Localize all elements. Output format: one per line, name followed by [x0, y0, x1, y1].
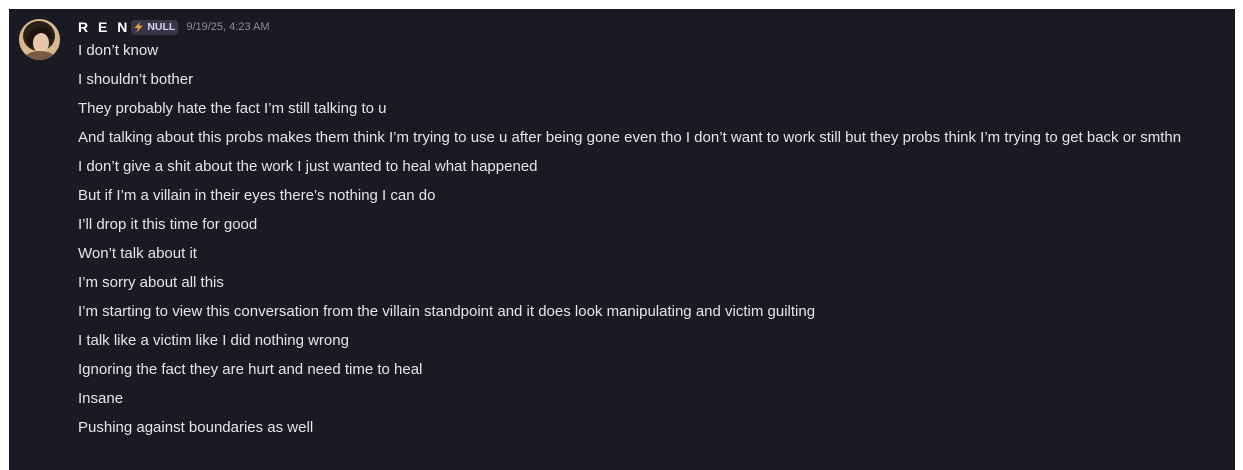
message-line: I shouldn’t bother — [78, 71, 194, 88]
username[interactable]: R E N — [78, 19, 130, 35]
message-line: I’ll drop it this time for good — [78, 216, 258, 233]
message-header: R E N NULL 9/19/25, 4:23 AM — [78, 17, 1221, 37]
message-line: Won’t talk about it — [78, 245, 197, 262]
message-line: They probably hate the fact I’m still ta… — [78, 100, 387, 117]
message-timestamp: 9/19/25, 4:23 AM — [186, 21, 270, 33]
message-line: I don’t give a shit about the work I jus… — [78, 158, 538, 175]
user-tag-badge[interactable]: NULL — [131, 19, 179, 35]
message-line: I don’t know — [78, 42, 159, 59]
message-line: I talk like a victim like I did nothing … — [78, 332, 349, 349]
user-tag-label: NULL — [147, 21, 176, 33]
message-line: Pushing against boundaries as well — [78, 419, 314, 436]
message-line: I’m starting to view this conversation f… — [78, 303, 816, 320]
message-line: And talking about this probs makes them … — [78, 129, 1182, 146]
message-lines: I don’t know I shouldn’t bother They pro… — [78, 40, 1221, 439]
chat-message: R E N NULL 9/19/25, 4:23 AM I don’t know… — [78, 17, 1221, 446]
lightning-icon — [133, 21, 144, 33]
message-line: But if I’m a villain in their eyes there… — [78, 187, 436, 204]
message-line: Ignoring the fact they are hurt and need… — [78, 361, 423, 378]
message-line: I’m sorry about all this — [78, 274, 224, 291]
message-line: Insane — [78, 390, 124, 407]
user-avatar[interactable] — [19, 19, 60, 60]
chat-panel: R E N NULL 9/19/25, 4:23 AM I don’t know… — [9, 9, 1235, 470]
